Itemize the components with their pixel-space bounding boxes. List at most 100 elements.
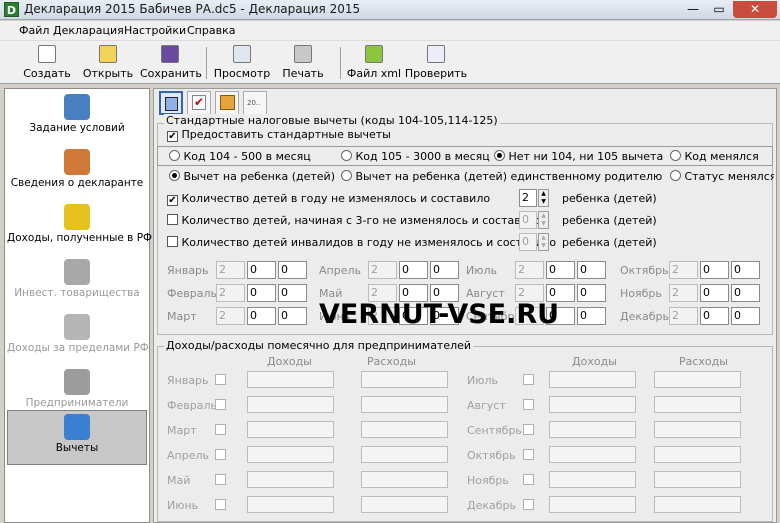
open-button[interactable]: Открыть (80, 43, 136, 83)
sidebar-item-income-rf[interactable]: Доходы, полученные в РФ (7, 201, 152, 256)
children-from-third-row[interactable]: Количество детей, начиная с 3-го не изме… (167, 214, 542, 227)
month-value-field[interactable]: 0 (577, 284, 606, 302)
entrepreneur-month-checkbox[interactable] (215, 374, 226, 385)
entrepreneur-month-checkbox[interactable] (215, 474, 226, 485)
income-field[interactable] (549, 421, 636, 438)
radio[interactable] (341, 170, 352, 181)
month-value-field[interactable]: 0 (430, 261, 459, 279)
file-xml-button[interactable]: Файл xml (346, 43, 402, 83)
tab-social-deductions[interactable]: ✔ (187, 91, 211, 115)
tab-standard-deductions[interactable] (159, 91, 183, 115)
income-field[interactable] (247, 421, 334, 438)
month-value-field[interactable]: 0 (278, 307, 307, 325)
sidebar-item-deductions[interactable]: Вычеты (7, 410, 147, 465)
print-button[interactable]: Печать (278, 43, 328, 83)
month-value-field[interactable]: 0 (399, 261, 428, 279)
sidebar-item-conditions[interactable]: Задание условий (7, 91, 147, 146)
sidebar-item-foreign-income[interactable]: Доходы за пределами РФ (7, 311, 149, 366)
entrepreneur-month-checkbox[interactable] (523, 424, 534, 435)
month-value-field[interactable]: 0 (577, 307, 606, 325)
children-count-row[interactable]: ✔ Количество детей в году не изменялось … (167, 192, 490, 206)
income-field[interactable] (247, 396, 334, 413)
month-value-field[interactable]: 0 (278, 261, 307, 279)
month-value-field[interactable]: 0 (247, 261, 276, 279)
month-value-field[interactable]: 0 (247, 284, 276, 302)
month-value-field[interactable]: 2 (216, 261, 245, 279)
income-field[interactable] (549, 446, 636, 463)
tab-other-deductions[interactable]: 20.. (243, 91, 267, 115)
month-value-field[interactable]: 0 (731, 261, 760, 279)
tab-property-deductions[interactable] (215, 91, 239, 115)
expense-field[interactable] (361, 446, 448, 463)
menu-declaration[interactable]: Декларация (53, 24, 124, 37)
child-deduction-option[interactable]: Вычет на ребенка (детей) (169, 170, 335, 183)
expense-field[interactable] (654, 471, 741, 488)
entrepreneur-month-checkbox[interactable] (215, 499, 226, 510)
menu-settings[interactable]: Настройки (124, 24, 186, 37)
check-button[interactable]: Проверить (404, 43, 468, 83)
month-value-field[interactable]: 0 (546, 261, 575, 279)
children-count-spinner[interactable]: ▲ ▼ (538, 189, 549, 207)
sidebar-item-declarant[interactable]: Сведения о декларанте (7, 146, 147, 201)
month-value-field[interactable]: 0 (731, 284, 760, 302)
expense-field[interactable] (361, 496, 448, 513)
income-field[interactable] (247, 496, 334, 513)
entrepreneur-month-checkbox[interactable] (215, 399, 226, 410)
checkbox[interactable] (167, 214, 178, 225)
entrepreneur-month-checkbox[interactable] (523, 474, 534, 485)
radio-selected[interactable] (494, 150, 505, 161)
code-changed-option[interactable]: Код менялся (670, 150, 759, 163)
disabled-children-row[interactable]: Количество детей инвалидов в году не изм… (167, 236, 556, 249)
income-field[interactable] (549, 396, 636, 413)
month-value-field[interactable]: 0 (700, 307, 729, 325)
month-value-field[interactable]: 0 (731, 307, 760, 325)
code-104-option[interactable]: Код 104 - 500 в месяц (169, 150, 311, 163)
month-value-field[interactable]: 0 (278, 284, 307, 302)
income-field[interactable] (247, 471, 334, 488)
month-value-field[interactable]: 0 (700, 284, 729, 302)
entrepreneur-month-checkbox[interactable] (523, 399, 534, 410)
month-value-field[interactable]: 2 (368, 261, 397, 279)
entrepreneur-month-checkbox[interactable] (523, 449, 534, 460)
expense-field[interactable] (361, 471, 448, 488)
provide-checkbox[interactable]: ✔ (167, 131, 178, 142)
expense-field[interactable] (654, 446, 741, 463)
expense-field[interactable] (361, 371, 448, 388)
minimize-button[interactable]: — (680, 1, 706, 18)
radio[interactable] (670, 170, 681, 181)
single-parent-option[interactable]: Вычет на ребенка (детей) единственному р… (341, 170, 662, 183)
month-value-field[interactable]: 2 (669, 284, 698, 302)
radio[interactable] (341, 150, 352, 161)
month-value-field[interactable]: 0 (577, 261, 606, 279)
income-field[interactable] (247, 371, 334, 388)
code-105-option[interactable]: Код 105 - 3000 в месяц (341, 150, 490, 163)
expense-field[interactable] (654, 396, 741, 413)
create-button[interactable]: Создать (20, 43, 74, 83)
no-code-option[interactable]: Нет ни 104, ни 105 вычета (494, 150, 663, 163)
sidebar-item-investment[interactable]: Инвест. товарищества (7, 256, 147, 311)
month-value-field[interactable]: 2 (669, 261, 698, 279)
expense-field[interactable] (654, 421, 741, 438)
month-value-field[interactable]: 2 (216, 307, 245, 325)
expense-field[interactable] (361, 421, 448, 438)
checkbox[interactable] (167, 236, 178, 247)
disabled-children-spinner[interactable]: ▲ ▼ (538, 233, 549, 251)
month-value-field[interactable]: 0 (247, 307, 276, 325)
income-field[interactable] (549, 496, 636, 513)
close-button[interactable]: ✕ (733, 1, 777, 18)
disabled-children-field[interactable]: 0 (519, 233, 537, 251)
entrepreneur-month-checkbox[interactable] (523, 374, 534, 385)
maximize-button[interactable]: ▭ (706, 1, 732, 18)
radio-selected[interactable] (169, 170, 180, 181)
menu-help[interactable]: Справка (187, 24, 235, 37)
month-value-field[interactable]: 2 (216, 284, 245, 302)
month-value-field[interactable]: 2 (669, 307, 698, 325)
radio[interactable] (169, 150, 180, 161)
children-from-third-spinner[interactable]: ▲ ▼ (538, 211, 549, 229)
entrepreneur-month-checkbox[interactable] (523, 499, 534, 510)
income-field[interactable] (549, 471, 636, 488)
menu-file[interactable]: Файл (19, 24, 49, 37)
expense-field[interactable] (654, 371, 741, 388)
checkbox-checked[interactable]: ✔ (167, 195, 178, 206)
income-field[interactable] (549, 371, 636, 388)
